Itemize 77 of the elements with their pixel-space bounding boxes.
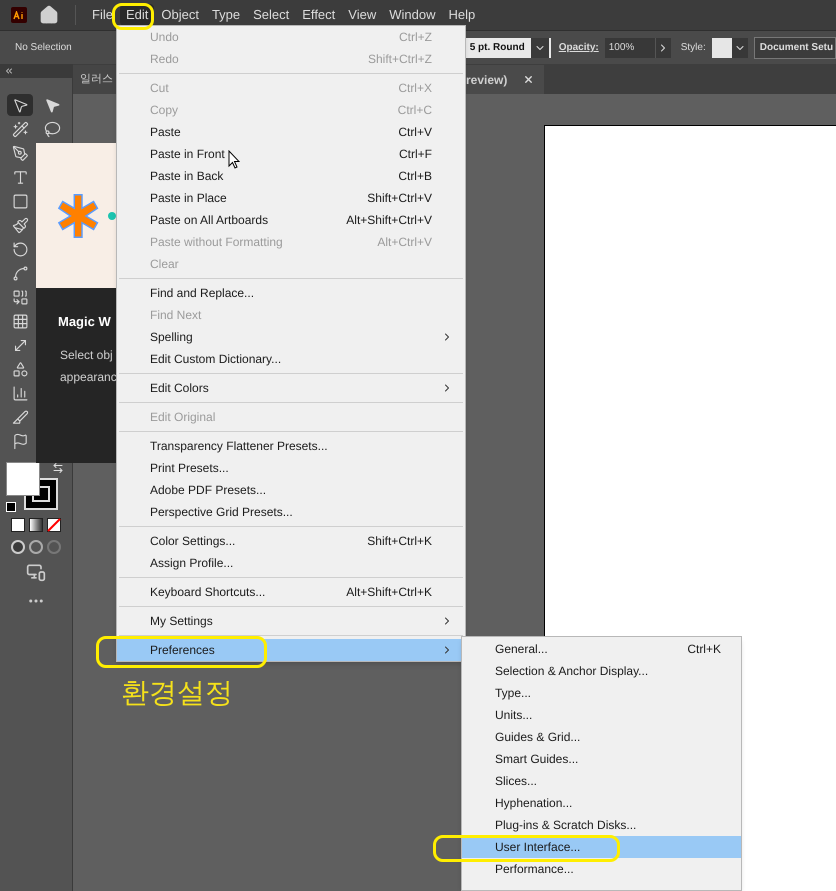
shortcut-text: Ctrl+X (398, 80, 432, 97)
menu-item[interactable]: Paste in Front Ctrl+F (117, 143, 465, 165)
shortcut-text: Shift+Ctrl+Z (368, 51, 432, 68)
menu-item[interactable]: Selection & Anchor Display... (462, 660, 741, 682)
menu-item[interactable]: My Settings (117, 610, 465, 632)
menu-item[interactable]: Color Settings... Shift+Ctrl+K (117, 530, 465, 552)
mouse-cursor-icon (228, 150, 240, 169)
menu-bar-item[interactable]: Effect (296, 4, 342, 26)
menu-item[interactable]: User Interface... (462, 836, 741, 858)
close-icon[interactable] (523, 74, 534, 85)
highlight-ring (112, 3, 154, 30)
opacity-field[interactable]: 100% (604, 38, 655, 58)
style-dropdown[interactable] (732, 38, 748, 58)
menu-item[interactable]: Guides & Grid... (462, 726, 741, 748)
draw-normal-icon[interactable] (11, 540, 25, 554)
shortcut-text: Ctrl+B (398, 168, 432, 185)
shortcut-text: Alt+Shift+Ctrl+V (346, 212, 432, 229)
menu-bar-item[interactable]: Window (383, 4, 442, 26)
style-swatch[interactable] (712, 38, 732, 58)
collapse-icon[interactable] (4, 66, 14, 76)
fill-and-stroke-drawing[interactable] (6, 462, 58, 512)
menu-item[interactable]: Find and Replace... (117, 282, 465, 304)
color-mode-icon[interactable] (11, 518, 25, 532)
tooltip-description: Select obj appearanc (60, 346, 116, 386)
menu-item[interactable]: Perspective Grid Presets... (117, 501, 465, 523)
draw-behind-icon[interactable] (29, 540, 43, 554)
style-label: Style: (680, 41, 706, 55)
menu-item[interactable]: General... Ctrl+K (462, 638, 741, 660)
tooltip-title: Magic W (58, 313, 111, 331)
swap-icon[interactable] (52, 462, 64, 474)
shortcut-text: Shift+Ctrl+K (367, 533, 432, 550)
menu-item[interactable]: Hyphenation... (462, 792, 741, 814)
menu-item[interactable]: Assign Profile... (117, 552, 465, 574)
app-logo-icon (11, 7, 27, 23)
menu-item[interactable]: Keyboard Shortcuts... Alt+Shift+Ctrl+K (117, 581, 465, 603)
menu-item[interactable]: Print Presets... (117, 457, 465, 479)
document-setup-button[interactable]: Document Setu (754, 36, 836, 58)
menu-bar-item[interactable]: View (342, 4, 382, 26)
none-mode-icon[interactable] (47, 518, 61, 532)
selection-status: No Selection (15, 41, 72, 55)
menu-item[interactable]: Type... (462, 682, 741, 704)
menu-item[interactable]: Units... (462, 704, 741, 726)
menu-item[interactable]: Edit Colors (117, 377, 465, 399)
menu-item[interactable]: Spelling (117, 326, 465, 348)
document-tab[interactable]: 일러스 (73, 65, 116, 94)
menu-item[interactable]: Slices... (462, 770, 741, 792)
opacity-label[interactable]: Opacity: (558, 40, 599, 55)
shortcut-text: Ctrl+Z (399, 29, 432, 46)
menu-item[interactable]: Paste in Back Ctrl+B (117, 165, 465, 187)
menu-item[interactable]: Paste Ctrl+V (117, 121, 465, 143)
brush-dropdown[interactable]: 5 pt. Round (466, 38, 551, 58)
gradient-mode-icon[interactable] (29, 518, 43, 532)
shortcut-text: Alt+Shift+Ctrl+K (346, 584, 432, 601)
menu-item[interactable]: Plug-ins & Scratch Disks... (462, 814, 741, 836)
menu-bar-item[interactable]: Select (247, 4, 296, 26)
menu-item[interactable]: Performance... (462, 858, 741, 880)
menu-item[interactable]: Transparency Flattener Presets... (117, 435, 465, 457)
shortcut-text: Shift+Ctrl+V (367, 190, 432, 207)
menu-bar-item[interactable]: Type (206, 4, 246, 26)
menu-bar-item[interactable]: File (86, 4, 119, 26)
shortcut-text: Alt+Ctrl+V (377, 234, 432, 251)
screen-mode-icon[interactable] (26, 562, 46, 582)
menu-item[interactable]: Paste in Place Shift+Ctrl+V (117, 187, 465, 209)
shortcut-text: Ctrl+K (687, 641, 721, 658)
menu-item[interactable]: Paste on All Artboards Alt+Shift+Ctrl+V (117, 209, 465, 231)
menu-bar-item[interactable]: Help (442, 4, 482, 26)
opacity-expand-button[interactable] (654, 38, 671, 58)
menu-bar-item[interactable]: Object (155, 4, 205, 26)
menu-item[interactable]: Adobe PDF Presets... (117, 479, 465, 501)
menu-item[interactable]: Edit Custom Dictionary... (117, 348, 465, 370)
document-tab[interactable]: review) (466, 65, 544, 94)
shortcut-text: Ctrl+V (398, 124, 432, 141)
shortcut-text: Ctrl+F (399, 146, 432, 163)
annotation-caption: 환경설정 (121, 676, 233, 710)
home-icon[interactable] (39, 5, 59, 25)
menu-item[interactable]: Smart Guides... (462, 748, 741, 770)
shortcut-text: Ctrl+C (398, 102, 432, 119)
